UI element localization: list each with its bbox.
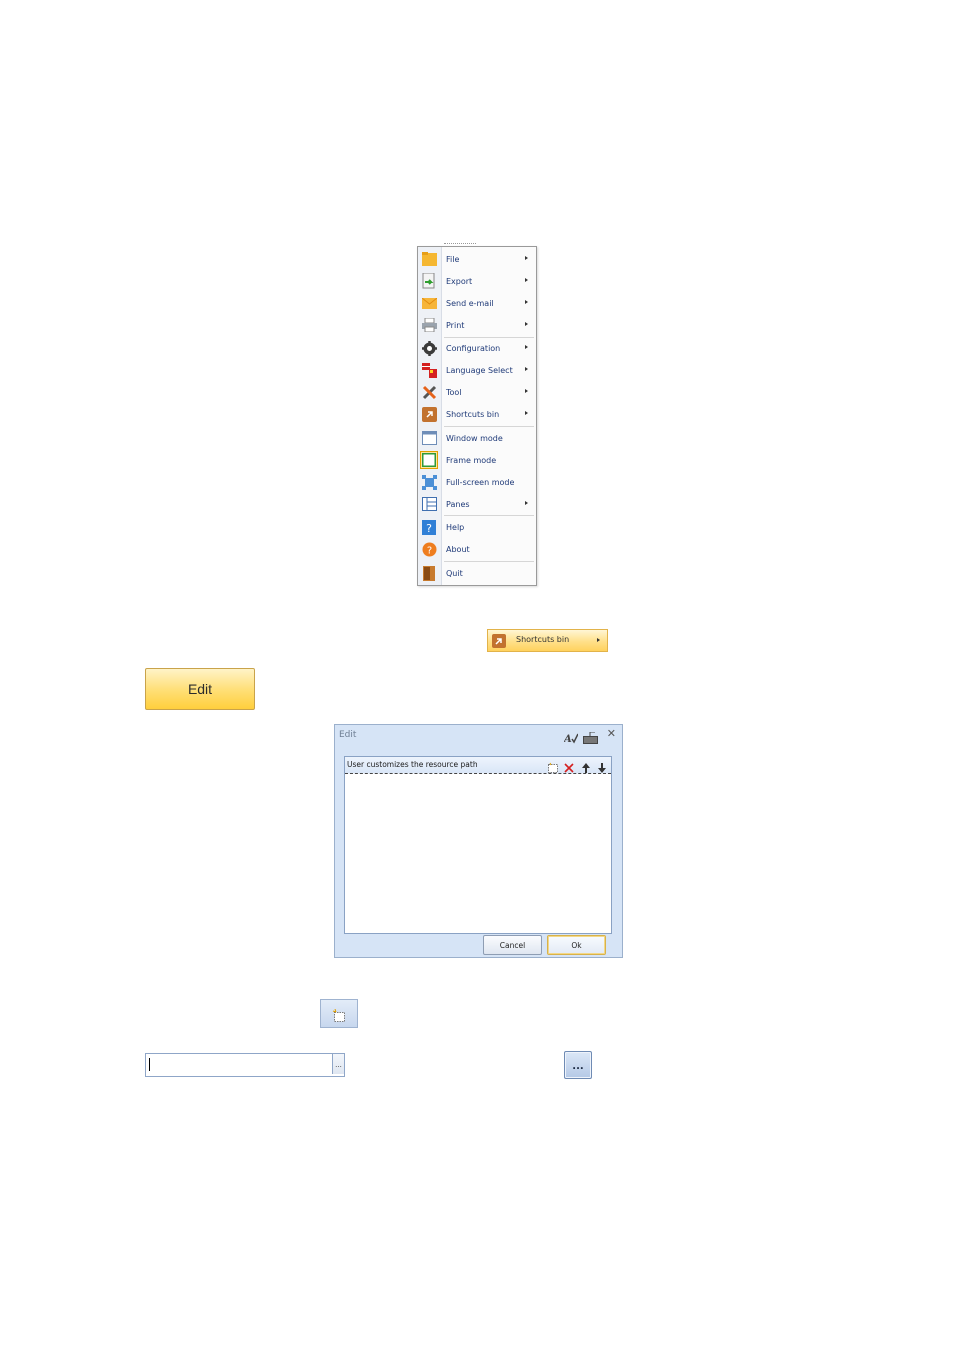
menu-item-label: Full-screen mode (446, 477, 515, 487)
shortcuts-bin-label: Shortcuts bin (516, 635, 570, 644)
menu-separator (444, 515, 534, 516)
submenu-arrow-icon (525, 278, 528, 282)
shortcut-icon (421, 406, 437, 422)
menu-item-label: Window mode (446, 433, 503, 443)
fullscreen-icon (421, 474, 437, 490)
tools-icon (421, 384, 437, 400)
menu-item-label: Help (446, 522, 465, 532)
browse-button[interactable]: ... (564, 1051, 592, 1079)
menu-item-label: Export (446, 276, 473, 286)
close-icon[interactable]: ✕ (607, 727, 616, 740)
resource-path-panel: User customizes the resource path (344, 756, 612, 934)
submenu-arrow-icon (525, 501, 528, 505)
menu-item-label: Print (446, 320, 465, 330)
cancel-button[interactable]: Cancel (483, 935, 542, 955)
new-item-icon[interactable] (547, 759, 559, 773)
menu-item-help[interactable]: ? Help (418, 517, 536, 537)
path-input[interactable] (147, 1055, 335, 1073)
menu-item-language-select[interactable]: Language Select (418, 360, 536, 380)
menu-item-export[interactable]: Export (418, 271, 536, 291)
move-down-icon[interactable] (596, 759, 608, 773)
menu-item-panes[interactable]: Panes (418, 494, 536, 514)
folder-icon (421, 251, 437, 267)
submenu-arrow-icon (525, 389, 528, 393)
menu-separator (444, 561, 534, 562)
menu-item-label: Tool (446, 387, 462, 397)
submenu-arrow-icon (525, 256, 528, 260)
edit-dialog: Edit A ✕ User customizes the resource pa… (334, 724, 623, 958)
text-caret (149, 1058, 150, 1071)
shortcut-icon (492, 633, 506, 648)
submenu-arrow-icon (525, 300, 528, 304)
menu-item-configuration[interactable]: Configuration (418, 338, 536, 358)
menu-item-label: Shortcuts bin (446, 409, 500, 419)
menu-item-tool[interactable]: Tool (418, 382, 536, 402)
menu-item-label: Quit (446, 568, 463, 578)
envelope-icon (421, 295, 437, 311)
window-icon (421, 430, 437, 446)
printer-icon (421, 317, 437, 333)
submenu-arrow-icon (525, 411, 528, 415)
shortcuts-bin-menu-item[interactable]: Shortcuts bin (487, 629, 608, 652)
submenu-arrow-icon (597, 638, 600, 642)
menu-separator (444, 426, 534, 427)
about-icon: ? (421, 541, 437, 557)
move-up-icon[interactable] (580, 759, 592, 773)
panel-header: User customizes the resource path (345, 757, 611, 774)
browse-button-small[interactable]: ... (332, 1054, 344, 1074)
menu-item-window-mode[interactable]: Window mode (418, 428, 536, 448)
menu-item-label: Configuration (446, 343, 501, 353)
spell-check-icon[interactable]: A (563, 729, 579, 745)
menu-item-full-screen-mode[interactable]: Full-screen mode (418, 472, 536, 492)
submenu-arrow-icon (525, 345, 528, 349)
svg-text:A: A (564, 734, 572, 744)
menu-item-shortcuts-bin[interactable]: Shortcuts bin (418, 404, 536, 424)
menu-item-frame-mode[interactable]: Frame mode (418, 450, 536, 470)
menu-item-file[interactable]: File (418, 249, 536, 269)
gear-icon (421, 340, 437, 356)
door-icon (421, 565, 437, 581)
frame-icon (420, 451, 438, 469)
menu-item-label: Panes (446, 499, 470, 509)
menu-item-label: Language Select (446, 365, 513, 375)
menu-item-label: Send e-mail (446, 298, 494, 308)
flag-icon (421, 362, 437, 378)
new-item-icon (332, 1007, 346, 1022)
new-item-button[interactable] (320, 999, 358, 1028)
path-field: ... (145, 1053, 345, 1077)
menu-item-label: About (446, 544, 470, 554)
panel-header-label: User customizes the resource path (347, 760, 478, 769)
menu-item-quit[interactable]: Quit (418, 563, 536, 583)
svg-text:?: ? (426, 522, 432, 535)
menu-item-print[interactable]: Print (418, 315, 536, 335)
delete-icon[interactable] (563, 759, 575, 773)
menu-item-label: Frame mode (446, 455, 497, 465)
export-icon (421, 273, 437, 289)
ok-button[interactable]: Ok (547, 935, 606, 955)
help-icon: ? (421, 519, 437, 535)
keyboard-icon[interactable] (583, 729, 598, 744)
submenu-arrow-icon (525, 367, 528, 371)
edit-button[interactable]: Edit (145, 668, 255, 710)
panes-icon (421, 496, 437, 512)
svg-text:?: ? (426, 545, 431, 556)
menu-item-about[interactable]: ? About (418, 539, 536, 559)
menu-item-label: File (446, 254, 460, 264)
dialog-title: Edit (339, 730, 357, 740)
menu-item-send-email[interactable]: Send e-mail (418, 293, 536, 313)
submenu-arrow-icon (525, 322, 528, 326)
main-menu: File Export Send e-mail Print Configurat… (417, 246, 537, 586)
